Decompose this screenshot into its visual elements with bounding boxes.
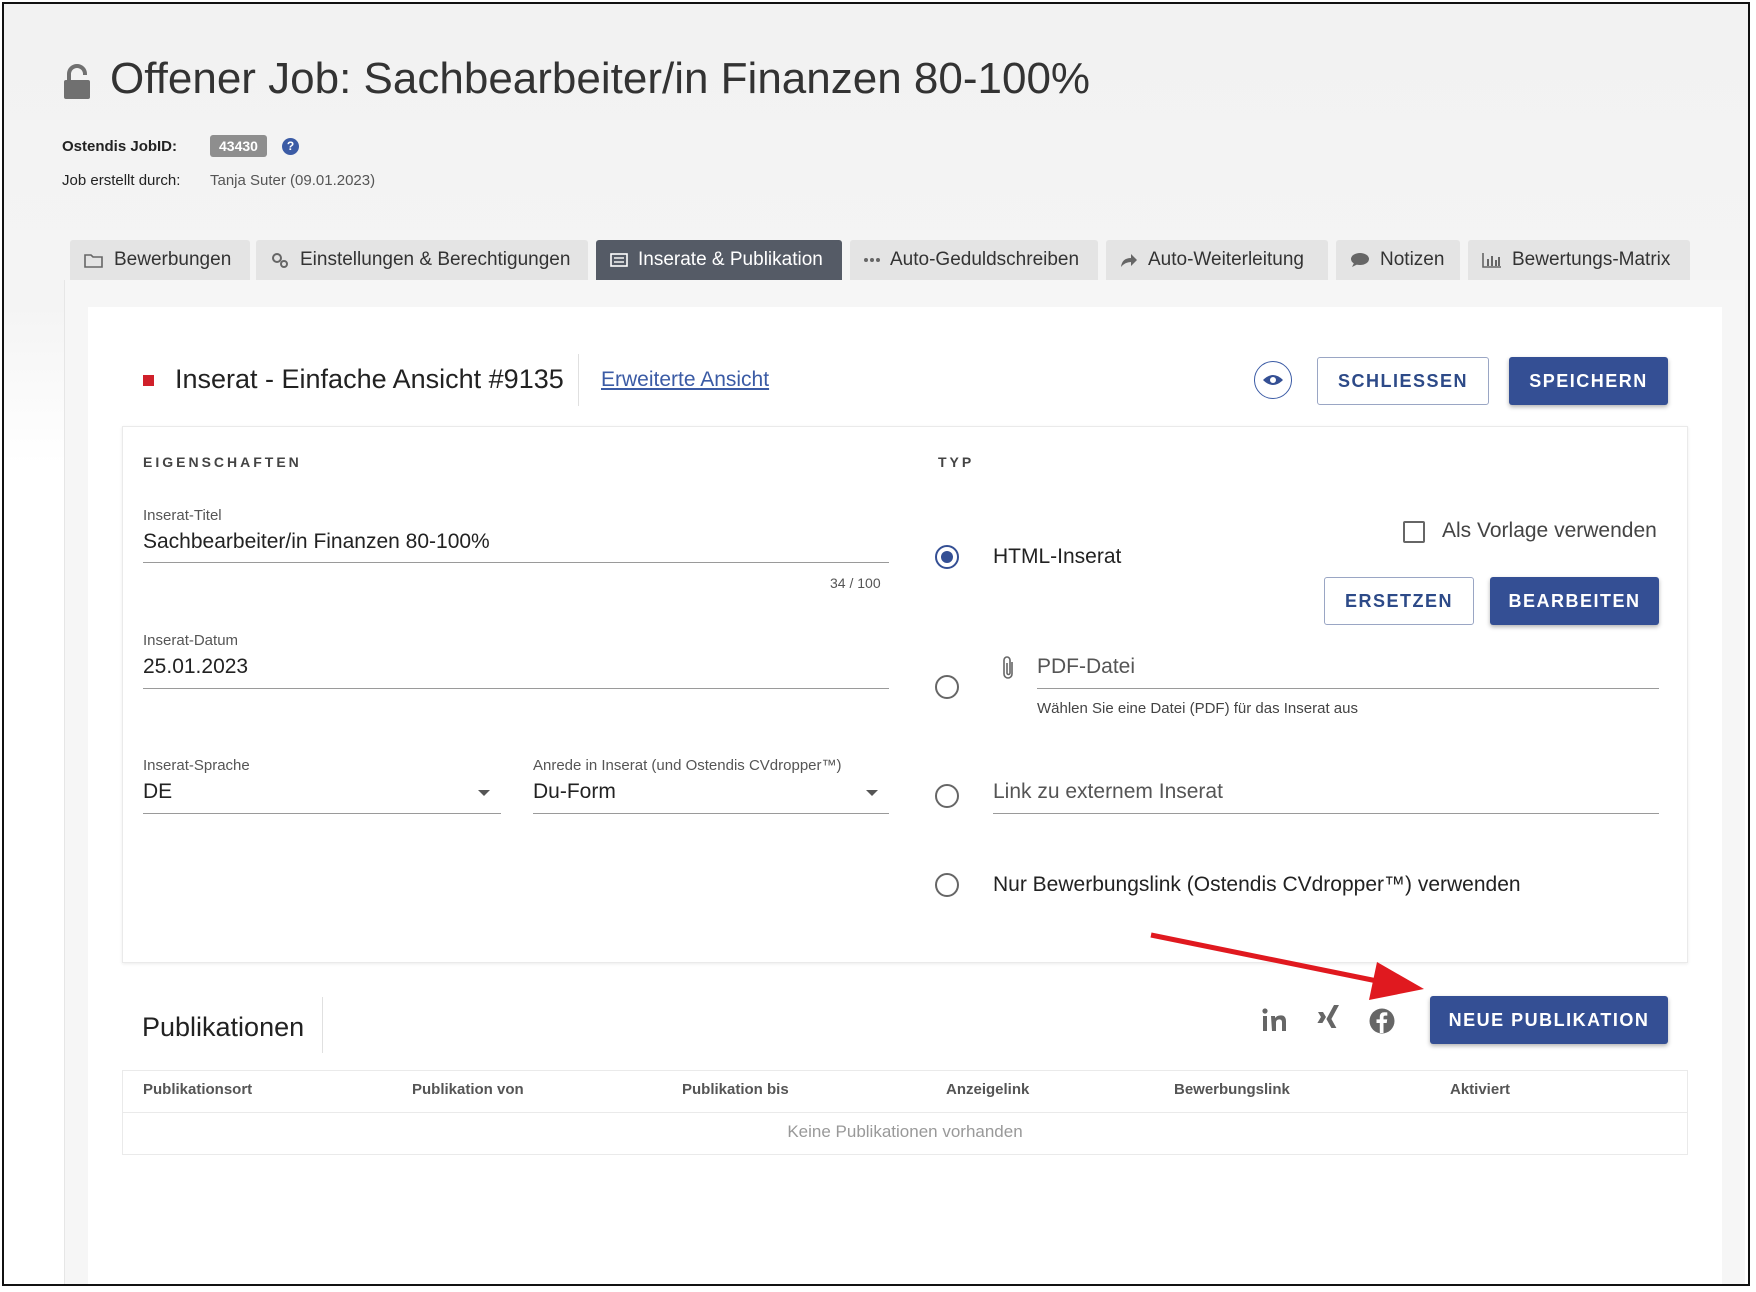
column-header: Publikation bis (682, 1081, 789, 1098)
linkedin-icon[interactable] (1261, 1006, 1289, 1034)
table-divider (123, 1112, 1687, 1113)
column-header: Publikationsort (143, 1081, 253, 1098)
column-header: Anzeigelink (946, 1081, 1030, 1098)
publications-title: Publikationen (142, 1012, 305, 1042)
column-header: Bewerbungslink (1174, 1081, 1290, 1098)
screenshot-frame: Offener Job: Sachbearbeiter/in Finanzen … (2, 2, 1750, 1286)
facebook-icon[interactable] (1368, 1007, 1396, 1035)
new-publication-button[interactable]: NEUE PUBLIKATION (1430, 996, 1668, 1044)
empty-table-message: Keine Publikationen vorhanden (787, 1122, 1023, 1141)
column-header: Publikation von (412, 1081, 524, 1098)
divider (322, 997, 323, 1053)
xing-icon[interactable] (1316, 1004, 1342, 1034)
column-header: Aktiviert (1450, 1081, 1511, 1098)
